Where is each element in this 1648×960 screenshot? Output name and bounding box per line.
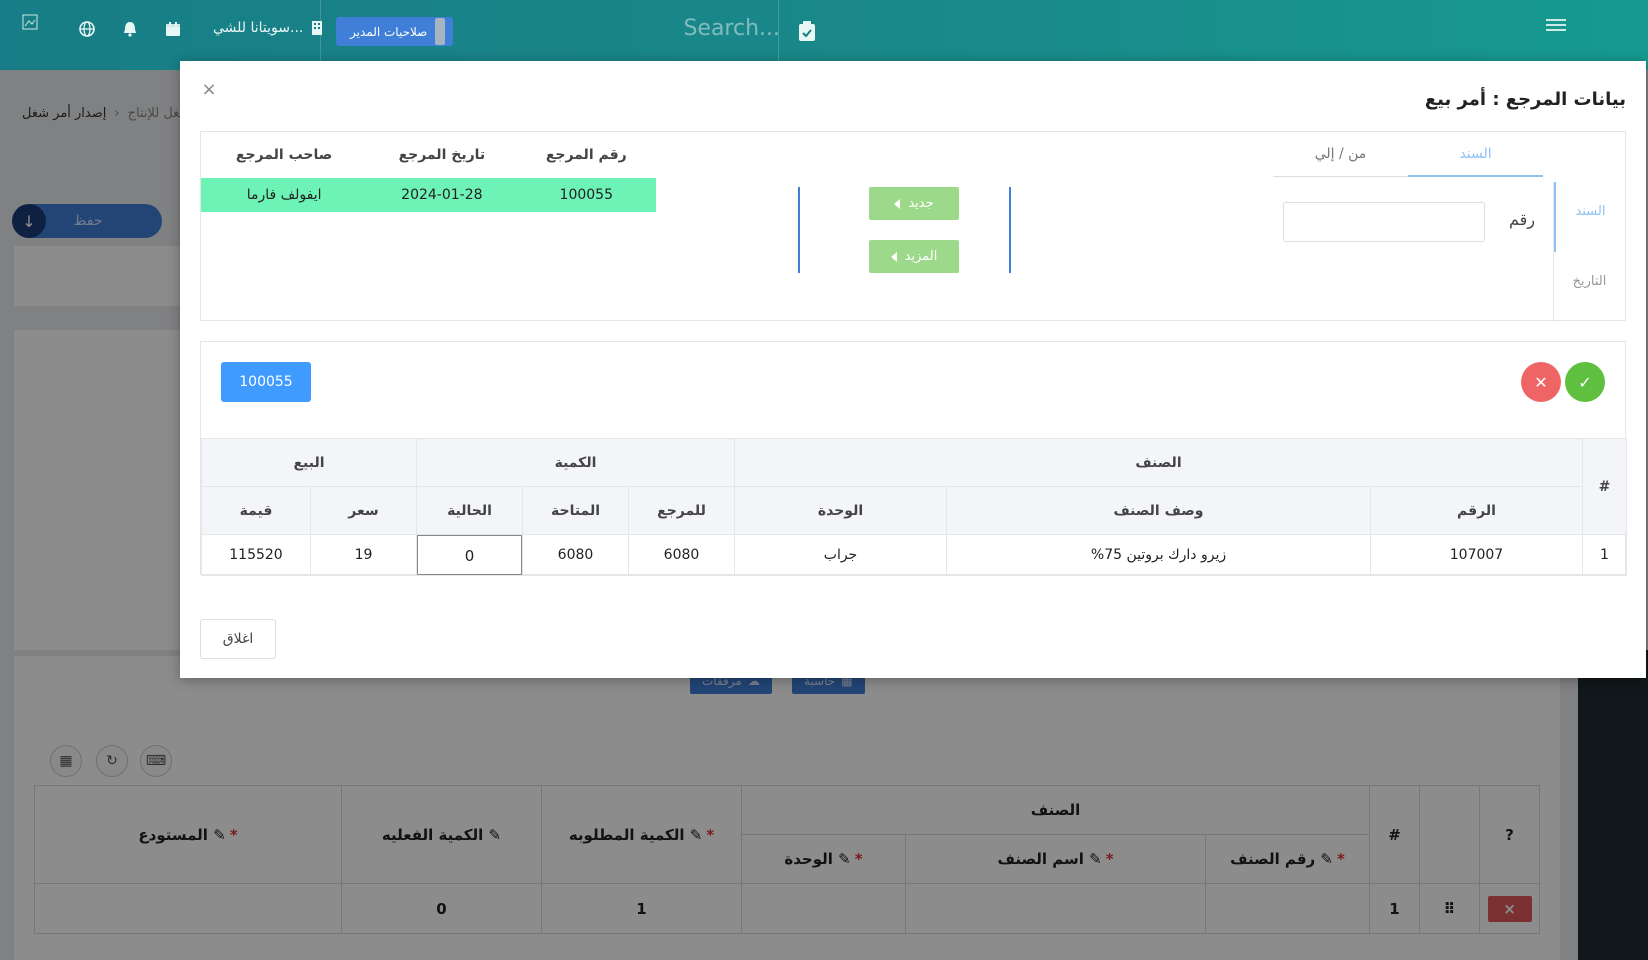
- caret-left-icon: [894, 198, 901, 209]
- close-button[interactable]: اغلاق: [200, 619, 276, 659]
- bell-icon[interactable]: [122, 21, 138, 37]
- caret-left-icon: [890, 251, 897, 262]
- sale-group-header: البيع: [201, 438, 417, 487]
- search-card: السند من / إلي السند التاريخ رقم جديد ال…: [200, 131, 1626, 322]
- item-number-cell: 107007: [1370, 534, 1583, 576]
- toggle-knob: [435, 18, 446, 45]
- reference-data-modal: × بيانات المرجع : أمر بيع السند من / إلي…: [180, 61, 1646, 678]
- current-qty-input[interactable]: 0: [417, 535, 522, 575]
- search-input[interactable]: Search...: [600, 16, 780, 52]
- available-header: المتاحة: [522, 486, 629, 535]
- item-description-cell: زيرو دارك بروتين 75%: [946, 534, 1371, 576]
- calendar-icon[interactable]: [165, 21, 181, 37]
- search-tabs: السند من / إلي: [1273, 132, 1543, 177]
- admin-permissions-label: صلاحيات المدير: [350, 24, 428, 39]
- more-label: المزيد: [904, 249, 938, 264]
- item-group-header: الصنف: [734, 438, 1583, 487]
- price-cell: 19: [310, 534, 417, 576]
- ref-number-header: رقم المرجع: [545, 147, 627, 163]
- new-button[interactable]: جديد: [869, 187, 959, 220]
- ref-date-cell[interactable]: 2024-01-28: [367, 178, 517, 212]
- for-ref-cell: 6080: [628, 534, 735, 576]
- divider: [1009, 187, 1011, 273]
- row-index: 1: [1582, 534, 1627, 576]
- available-cell: 6080: [522, 534, 629, 576]
- unit-header: الوحدة: [734, 486, 947, 535]
- company-label: سويتانا للشي...: [213, 20, 304, 36]
- ref-owner-cell[interactable]: ايفولف فارما: [201, 178, 368, 212]
- current-qty-cell: 0: [416, 534, 523, 576]
- number-header: الرقم: [1370, 486, 1583, 535]
- ref-number-cell[interactable]: 100055: [516, 178, 656, 212]
- hash-header: #: [1582, 438, 1627, 535]
- quantity-group-header: الكمية: [416, 438, 735, 487]
- globe-icon[interactable]: [79, 21, 95, 37]
- ref-date-header: تاريخ المرجع: [398, 147, 486, 163]
- price-header: سعر: [310, 486, 417, 535]
- vtab-document[interactable]: السند: [1554, 182, 1625, 252]
- broken-image-icon: [22, 14, 38, 30]
- table-row[interactable]: 100055 2024-01-28 ايفولف فارما: [201, 178, 656, 212]
- reference-table: رقم المرجع تاريخ المرجع صاحب المرجع 1000…: [201, 132, 656, 212]
- more-button[interactable]: المزيد: [869, 240, 959, 273]
- number-label: رقم: [1508, 210, 1535, 229]
- number-input[interactable]: [1283, 202, 1485, 242]
- value-cell: 115520: [201, 534, 311, 576]
- unit-cell: جراب: [734, 534, 947, 576]
- tab-from-to[interactable]: من / إلي: [1273, 132, 1408, 177]
- new-label: جديد: [908, 196, 934, 211]
- company-selector[interactable]: سويتانا للشي...: [213, 20, 325, 36]
- value-header: قيمة: [201, 486, 311, 535]
- description-header: وصف الصنف: [946, 486, 1371, 535]
- clipboard-check-icon[interactable]: [797, 20, 817, 42]
- vtab-date[interactable]: التاريخ: [1554, 252, 1625, 322]
- divider: [798, 187, 800, 273]
- for-ref-header: للمرجع: [628, 486, 735, 535]
- admin-permissions-toggle[interactable]: صلاحيات المدير: [336, 17, 454, 46]
- vertical-tabs: السند التاريخ: [1553, 182, 1625, 322]
- top-navbar: Search... صلاحيات المدير سويتانا للشي...: [0, 0, 1648, 70]
- close-icon[interactable]: ×: [200, 81, 218, 99]
- current-header: الحالية: [416, 486, 523, 535]
- selected-ref-chip[interactable]: 100055: [221, 362, 311, 402]
- table-row: 1 107007 زيرو دارك بروتين 75% جراب 6080 …: [201, 534, 1627, 576]
- hamburger-icon[interactable]: [1546, 16, 1566, 34]
- check-icon[interactable]: ✓: [1565, 362, 1605, 402]
- reference-items-table: # الصنف الكمية البيع الرقم وصف الصنف الو…: [201, 438, 1627, 576]
- reference-items-card: 100055 ✓ ✕ # الصنف الكمية البيع الرقم وص…: [200, 341, 1627, 576]
- cancel-icon[interactable]: ✕: [1521, 362, 1561, 402]
- modal-title: بيانات المرجع : أمر بيع: [1424, 89, 1626, 110]
- tab-document[interactable]: السند: [1408, 132, 1543, 177]
- ref-owner-header: صاحب المرجع: [235, 147, 333, 163]
- building-icon: [312, 21, 323, 35]
